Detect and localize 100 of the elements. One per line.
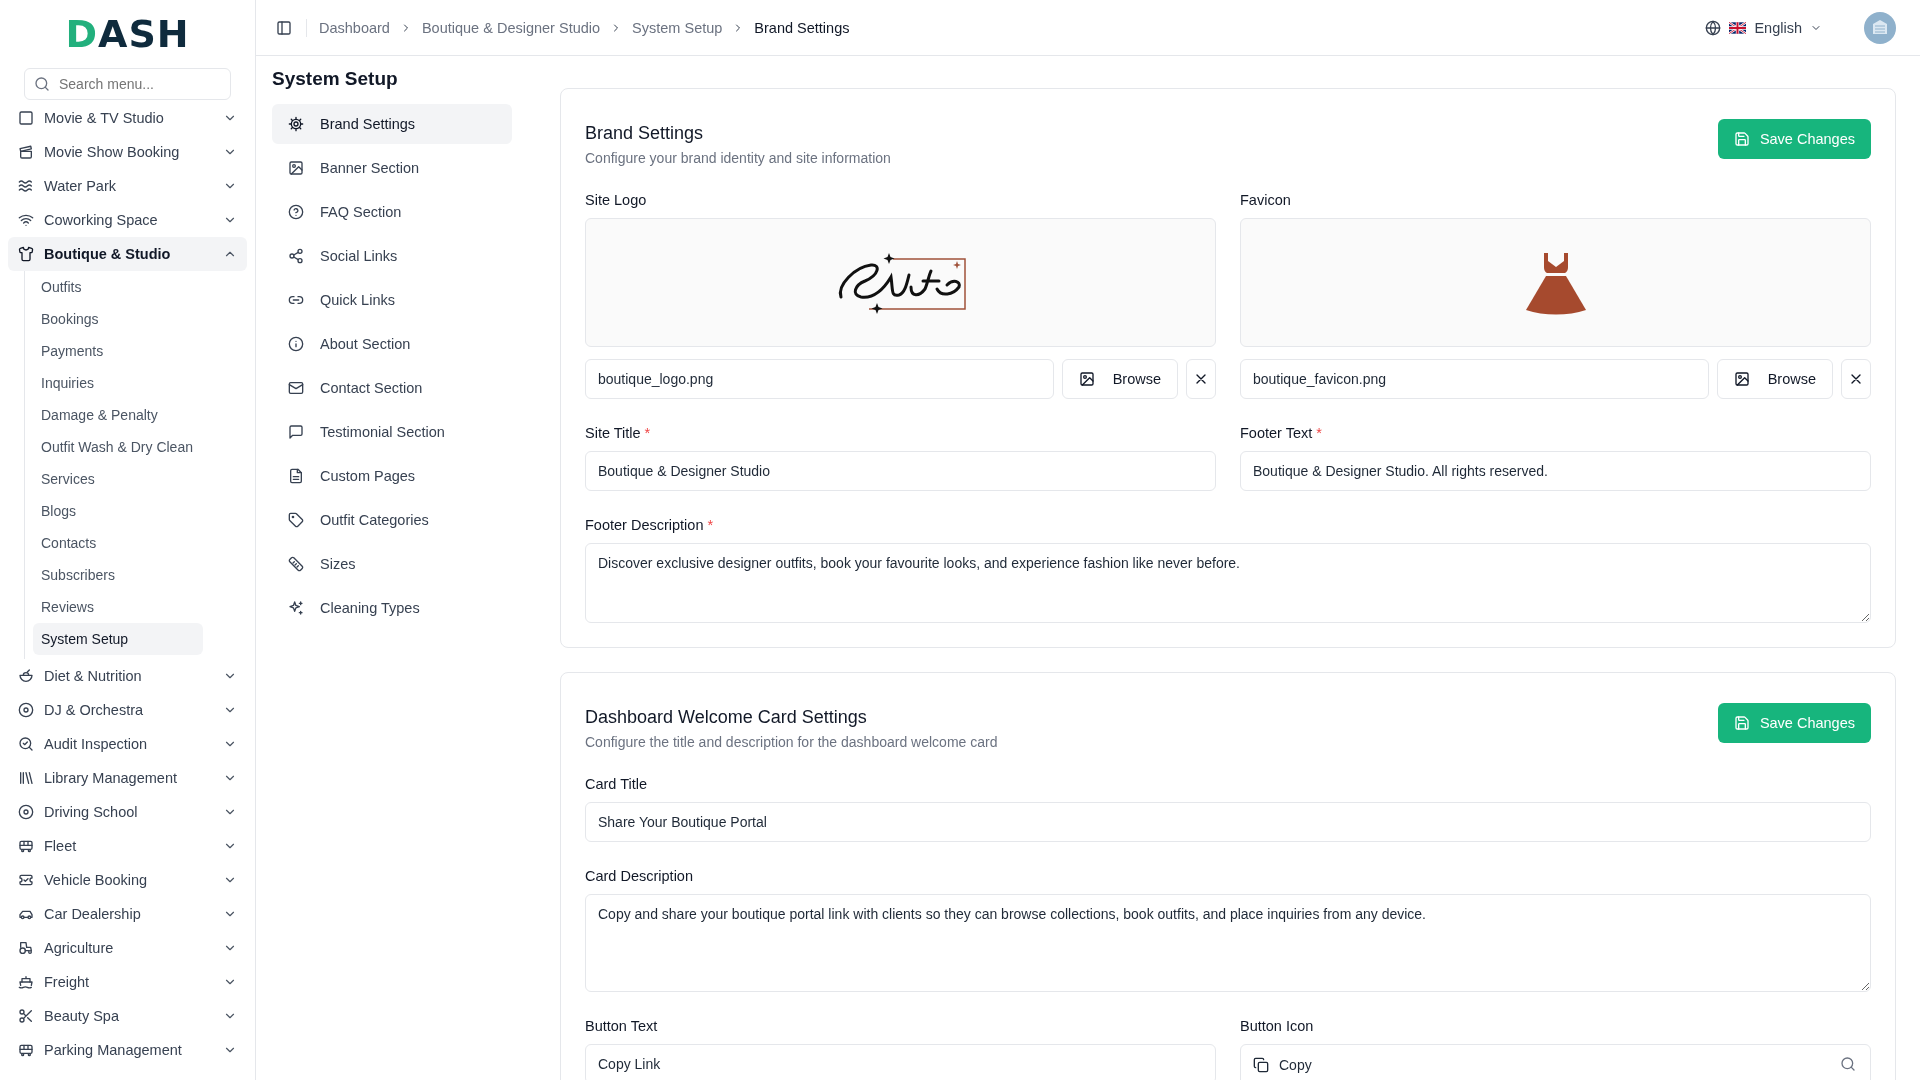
copy-icon [1253,1057,1269,1073]
sidebar-item[interactable]: Car Dealership [8,897,247,931]
flag-icon [1729,21,1747,34]
site-title-field[interactable]: Boutique & Designer Studio [585,451,1216,491]
avatar-icon[interactable] [1864,11,1896,44]
settings-menu-item[interactable]: Custom Pages [272,456,512,496]
settings-menu-item[interactable]: Quick Links [272,280,512,320]
globe-icon [1705,19,1722,36]
card-description-field[interactable]: Copy and share your boutique portal link with clients so they can browse collections, book outfits, and place inquiries from any device. [585,894,1871,992]
sidebar-item[interactable]: Library Management [8,761,247,795]
settings-menu-item[interactable]: Sizes [272,544,512,584]
sidebar-item[interactable]: Movie Show Booking [8,135,247,169]
sidebar-subitem[interactable]: Outfits [33,271,203,303]
bus-icon [18,838,34,854]
icon-picker-field[interactable]: Copy [1240,1044,1871,1080]
tag-icon [288,512,304,528]
waves-icon [18,178,34,194]
frame-icon [18,110,34,126]
magnifier-icon [18,736,34,752]
sidebar-item[interactable]: Agriculture [8,931,247,965]
browse-button[interactable]: Browse [1061,359,1178,399]
file-name-field[interactable]: boutique_logo.png [585,359,1054,399]
wifi-icon [18,212,34,228]
breadcrumb: Brand Settings [754,19,850,36]
sidebar-item[interactable]: Movie & TV Studio [8,101,247,135]
file-name-field[interactable]: boutique_favicon.png [1240,359,1709,399]
image-icon [1733,371,1750,387]
sidebar-subitem[interactable]: Inquiries [33,367,203,399]
remove-button[interactable] [1186,359,1216,399]
browse-button[interactable]: Browse [1716,359,1833,399]
help-icon [288,204,304,220]
sidebar-subitem[interactable]: Outfit Wash & Dry Clean [33,431,203,463]
sidebar-item[interactable]: Coworking Space [8,203,247,237]
sidebar-subitem[interactable]: Services [33,463,203,495]
settings-menu-item[interactable]: Social Links [272,236,512,276]
sidebar-item[interactable]: Boutique & Studio [8,237,247,271]
gear-icon [288,116,304,132]
sidebar-subitem[interactable]: Payments [33,335,203,367]
sparkles-icon [288,600,304,616]
field-label: Footer Description [585,517,704,533]
field-label: Site Title [585,425,641,441]
disc-icon [18,702,34,718]
sidebar-item[interactable]: DJ & Orchestra [8,693,247,727]
footer-text-field[interactable]: Boutique & Designer Studio. All rights reserved. [1240,451,1871,491]
card-subtitle: Configure the title and description for the dashboard welcome card [585,734,998,750]
tractor-icon [18,940,34,956]
message-icon [288,424,304,440]
field-label: Card Description [585,868,693,884]
settings-menu-item[interactable]: Testimonial Section [272,412,512,452]
required-mark: * [707,517,714,533]
scissors-icon [18,1008,34,1024]
sidebar-item[interactable]: Driving School [8,795,247,829]
footer-description-field[interactable]: Discover exclusive designer outfits, book your favourite looks, and experience fashion like never before. [585,543,1871,623]
save-icon [1733,715,1750,731]
field-label: Button Text [585,1018,658,1034]
language-selector[interactable]: English [1754,19,1802,36]
field-label: Card Title [585,776,648,792]
required-mark: * [1316,425,1322,441]
sidebar-item[interactable]: Parking Management [8,1033,247,1067]
sidebar-item[interactable]: Vehicle Booking [8,863,247,897]
breadcrumb[interactable]: System Setup [632,19,723,36]
settings-menu-item[interactable]: Brand Settings [272,104,512,144]
search-field[interactable]: Search menu... [24,68,231,100]
card-title-field[interactable]: Share Your Boutique Portal [585,802,1871,842]
sidebar-item[interactable]: Audit Inspection [8,727,247,761]
card-subtitle: Configure your brand identity and site information [585,150,891,166]
ruler-icon [288,556,304,572]
bus-icon [18,1042,34,1058]
sidebar-item[interactable]: Fleet [8,829,247,863]
sidebar-item[interactable]: Water Park [8,169,247,203]
sidebar-subitem[interactable]: Damage & Penalty [33,399,203,431]
image-icon [1078,371,1095,387]
books-icon [18,770,34,786]
sidebar-item[interactable]: Beauty Spa [8,999,247,1033]
field-label: Button Icon [1240,1018,1314,1034]
settings-menu-item[interactable]: Contact Section [272,368,512,408]
clapper-icon [18,144,34,160]
share-icon [288,248,304,264]
breadcrumb[interactable]: Boutique & Designer Studio [421,19,601,36]
target-icon [18,804,34,820]
button-text-field[interactable]: Copy Link [585,1044,1216,1080]
sidebar-subitem[interactable]: Bookings [33,303,203,335]
settings-menu-item[interactable]: About Section [272,324,512,364]
settings-menu-item[interactable]: Outfit Categories [272,500,512,540]
settings-menu-item[interactable]: Cleaning Types [272,588,512,628]
sidebar-subitem[interactable]: System Setup [33,623,203,655]
info-icon [288,336,304,352]
mail-icon [288,380,304,396]
breadcrumb[interactable]: Dashboard [319,19,390,36]
sidebar-subitem[interactable]: Reviews [33,591,203,623]
settings-menu-item[interactable]: Banner Section [272,148,512,188]
sidebar-item[interactable]: Diet & Nutrition [8,659,247,693]
sidebar-subitem[interactable]: Contacts [33,527,203,559]
dress-icon [1525,250,1586,315]
document-icon [288,468,304,484]
sidebar-subitem[interactable]: Blogs [33,495,203,527]
sidebar-item[interactable]: Freight [8,965,247,999]
remove-button[interactable] [1841,359,1871,399]
sidebar-subitem[interactable]: Subscribers [33,559,203,591]
settings-menu-item[interactable]: FAQ Section [272,192,512,232]
